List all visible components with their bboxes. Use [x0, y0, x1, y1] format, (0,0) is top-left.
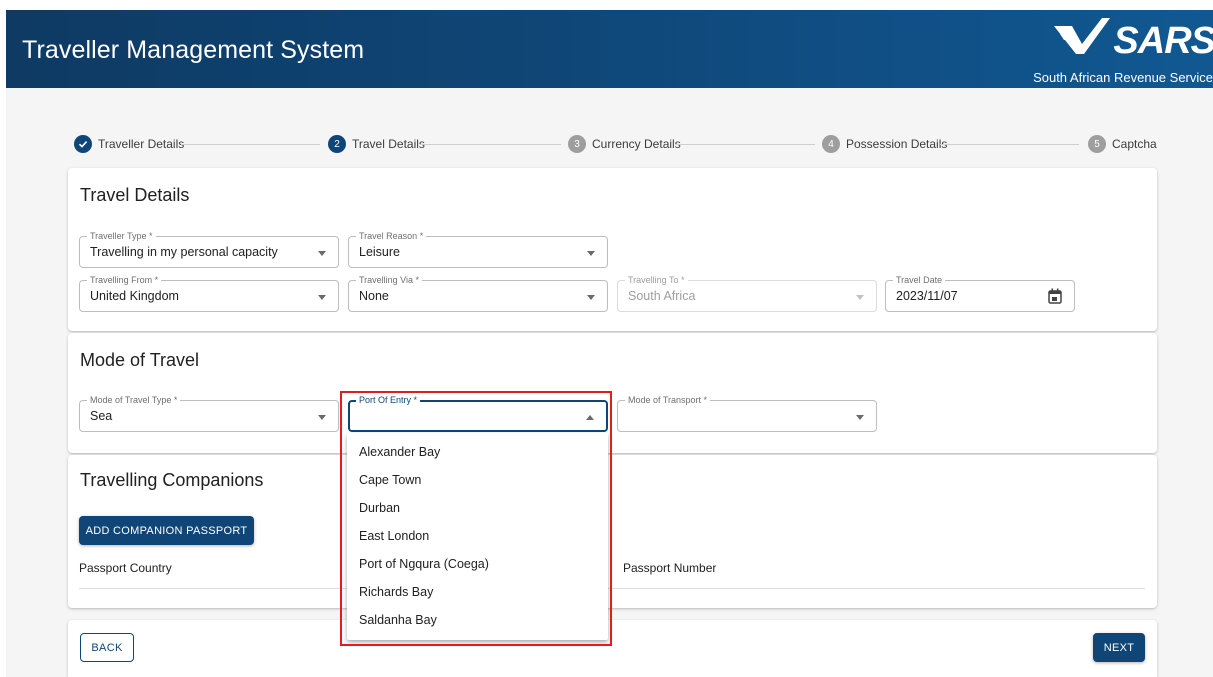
- column-header-passport-country: Passport Country: [79, 561, 172, 575]
- mode-of-transport-select[interactable]: Mode of Transport *: [617, 395, 877, 432]
- section-title: Travelling Companions: [80, 470, 264, 490]
- step-label: Captcha: [1112, 137, 1157, 151]
- dropdown-arrow-icon: [318, 295, 326, 300]
- navigation-card: BACK NEXT: [68, 620, 1157, 677]
- step-number: 3: [568, 135, 586, 153]
- section-title: Travel Details: [80, 185, 190, 205]
- stepper-connector: [940, 144, 1079, 145]
- app-header: Traveller Management System SARS South A…: [6, 10, 1213, 88]
- step-label: Currency Details: [592, 137, 681, 151]
- step-travel-details[interactable]: 2 Travel Details: [328, 134, 425, 154]
- column-header-passport-number: Passport Number: [623, 561, 717, 575]
- app-title: Traveller Management System: [22, 36, 365, 64]
- table-divider: [79, 588, 1145, 589]
- dropdown-arrow-icon: [856, 415, 864, 420]
- travel-date-input[interactable]: Travel Date 2023/11/07: [885, 275, 1075, 312]
- traveller-type-select[interactable]: Traveller Type * Travelling in my person…: [79, 231, 339, 268]
- step-label: Travel Details: [352, 137, 425, 151]
- annotation-highlight-box: [340, 391, 612, 646]
- check-icon: [74, 135, 92, 153]
- step-traveller-details[interactable]: Traveller Details: [74, 134, 184, 154]
- step-captcha[interactable]: 5 Captcha: [1088, 134, 1157, 154]
- stepper-connector: [420, 144, 561, 145]
- step-label: Traveller Details: [98, 137, 185, 151]
- travelling-companions-card: Travelling Companions ADD COMPANION PASS…: [68, 455, 1157, 608]
- stepper-connector: [675, 144, 815, 145]
- step-currency-details[interactable]: 3 Currency Details: [568, 134, 681, 154]
- back-button[interactable]: BACK: [80, 633, 134, 662]
- step-number: 2: [328, 135, 346, 153]
- dropdown-arrow-icon: [587, 251, 595, 256]
- dropdown-arrow-icon: [318, 415, 326, 420]
- mode-of-travel-type-select[interactable]: Mode of Travel Type * Sea: [79, 395, 339, 432]
- travel-details-card: Travel Details Traveller Type * Travelli…: [68, 168, 1157, 331]
- travel-reason-select[interactable]: Travel Reason * Leisure: [348, 231, 608, 268]
- mode-of-travel-card: Mode of Travel Mode of Travel Type * Sea…: [68, 333, 1157, 453]
- section-title: Mode of Travel: [80, 350, 200, 370]
- travelling-to-select: Travelling To * South Africa: [617, 275, 877, 312]
- dropdown-arrow-icon: [856, 295, 864, 300]
- dropdown-arrow-icon: [587, 295, 595, 300]
- step-possession-details[interactable]: 4 Possession Details: [822, 134, 947, 154]
- travelling-via-select[interactable]: Travelling Via * None: [348, 275, 608, 312]
- step-number: 5: [1088, 135, 1106, 153]
- sars-logo: SARS: [1046, 14, 1213, 62]
- sars-logo-mark-icon: [1054, 18, 1110, 54]
- logo-subtitle: South African Revenue Service: [1033, 70, 1213, 85]
- add-companion-passport-button[interactable]: ADD COMPANION PASSPORT: [79, 516, 254, 545]
- sars-logo-text: SARS: [1113, 20, 1213, 62]
- step-label: Possession Details: [846, 137, 948, 151]
- step-number: 4: [822, 135, 840, 153]
- stepper-connector: [181, 144, 320, 145]
- dropdown-arrow-icon: [318, 251, 326, 256]
- travelling-from-select[interactable]: Travelling From * United Kingdom: [79, 275, 339, 312]
- calendar-icon[interactable]: [1048, 288, 1062, 304]
- next-button[interactable]: NEXT: [1093, 633, 1145, 662]
